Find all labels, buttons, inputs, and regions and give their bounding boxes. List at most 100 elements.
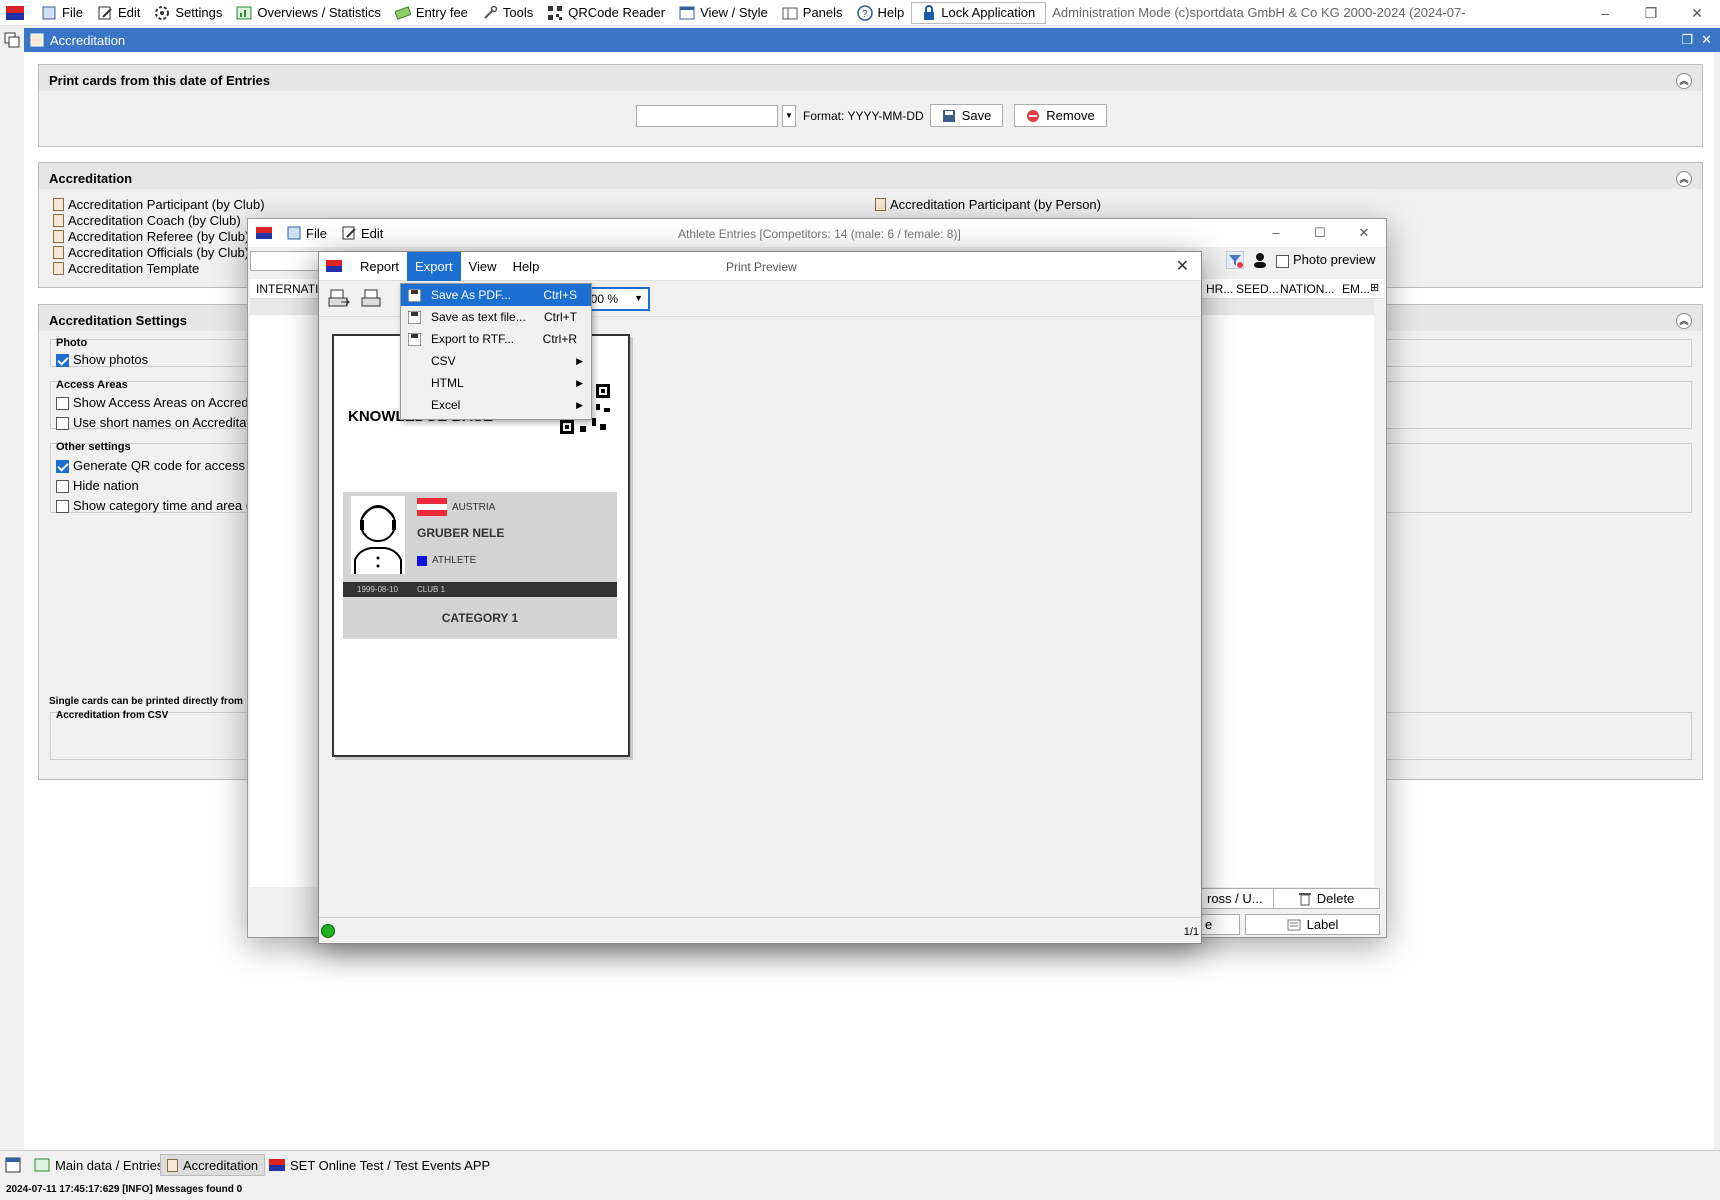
partial-button[interactable]: e	[1200, 914, 1240, 935]
help-icon: ?	[856, 4, 873, 21]
preview-menu-export[interactable]: Export	[407, 251, 461, 281]
close-icon[interactable]: ✕	[1342, 219, 1386, 247]
grid-column-header[interactable]: EM...	[1342, 282, 1370, 296]
close-window-icon[interactable]: ✕	[1701, 32, 1712, 48]
close-icon[interactable]: ✕	[1176, 256, 1189, 276]
menu-file[interactable]: File	[34, 0, 90, 26]
window-list-icon[interactable]	[5, 1157, 21, 1173]
accreditation-header: Accreditation ︽	[39, 163, 1702, 189]
menu-item-label: Export to RTF...	[431, 332, 515, 346]
report-item[interactable]: Accreditation Officials (by Club)	[53, 245, 249, 260]
menu-edit[interactable]: Edit	[90, 0, 147, 26]
report-item[interactable]: Accreditation Template	[53, 261, 199, 276]
preview-menu-report[interactable]: Report	[352, 252, 407, 281]
menu-help[interactable]: ? Help	[850, 0, 912, 26]
lock-application-button[interactable]: Lock Application	[911, 1, 1047, 24]
entries-icon	[34, 1158, 50, 1172]
menu-overviews[interactable]: Overviews / Statistics	[229, 0, 388, 26]
remove-label: Remove	[1046, 108, 1095, 123]
print-icon[interactable]	[359, 288, 383, 310]
restore-icon[interactable]: ❐	[1628, 0, 1674, 26]
checkbox-checked[interactable]	[56, 460, 69, 474]
menu-tools[interactable]: Tools	[475, 0, 540, 26]
checkbox[interactable]	[1276, 254, 1289, 268]
menu-item-save-text[interactable]: Save as text file... Ctrl+T	[401, 306, 591, 328]
show-category-label: Show category time and area (if a	[73, 498, 268, 513]
collapse-icon[interactable]: ︽	[1676, 73, 1692, 89]
preview-menu-view[interactable]: View	[461, 252, 505, 281]
date-dropdown-button[interactable]: ▼	[782, 105, 796, 127]
close-icon[interactable]: ✕	[1674, 0, 1720, 26]
maximize-icon[interactable]: ☐	[1298, 219, 1342, 247]
edit-icon	[98, 6, 112, 19]
report-icon	[53, 246, 64, 259]
hide-nation-option[interactable]: Hide nation	[56, 478, 139, 494]
menu-entry-fee[interactable]: Entry fee	[388, 0, 475, 26]
remove-date-button[interactable]: Remove	[1014, 104, 1107, 127]
athlete-edit-menu[interactable]: Edit	[341, 225, 383, 241]
settings-title: Accreditation Settings	[49, 313, 187, 328]
show-photos-option[interactable]: Show photos	[56, 352, 148, 368]
grid-column-header[interactable]: SEED...	[1236, 282, 1279, 296]
show-category-option[interactable]: Show category time and area (if a	[56, 498, 268, 514]
short-names-option[interactable]: Use short names on Accreditatio	[56, 415, 260, 431]
report-item[interactable]: Accreditation Participant (by Club)	[53, 197, 265, 212]
collapse-icon[interactable]: ︽	[1676, 171, 1692, 187]
report-item[interactable]: Accreditation Participant (by Person)	[875, 197, 1101, 212]
checkbox[interactable]	[56, 500, 69, 514]
tab-label: Accreditation	[183, 1157, 259, 1173]
tab-accreditation[interactable]: Accreditation	[160, 1154, 266, 1176]
minimize-icon[interactable]: –	[1254, 219, 1298, 247]
grid-column-header[interactable]: NATION...	[1280, 282, 1334, 296]
checkbox[interactable]	[56, 480, 69, 494]
menu-file-label: File	[62, 5, 83, 20]
menu-item-save-pdf[interactable]: Save As PDF... Ctrl+S	[401, 284, 591, 306]
filter-icon[interactable]	[1226, 251, 1244, 269]
date-input[interactable]	[636, 105, 778, 127]
checkbox-checked[interactable]	[56, 354, 69, 368]
main-menubar: File Edit Settings Overviews / Statistic…	[0, 0, 1720, 26]
save-icon	[408, 332, 421, 346]
report-item[interactable]: Accreditation Referee (by Club)	[53, 229, 249, 244]
label-button[interactable]: Label	[1245, 914, 1380, 935]
show-access-option[interactable]: Show Access Areas on Accreditat	[56, 395, 266, 411]
report-item-label: Accreditation Officials (by Club)	[68, 245, 250, 260]
menu-item-excel[interactable]: Excel ▶	[401, 394, 591, 416]
checkbox[interactable]	[56, 417, 69, 431]
tab-set-online[interactable]: SET Online Test / Test Events APP	[263, 1154, 496, 1176]
print-setup-icon[interactable]	[327, 288, 351, 310]
collapse-icon[interactable]: ︽	[1676, 313, 1692, 329]
menu-item-export-rtf[interactable]: Export to RTF... Ctrl+R	[401, 328, 591, 350]
tab-main-data[interactable]: Main data / Entries	[28, 1154, 169, 1176]
grid-column-header[interactable]: HR...	[1206, 282, 1233, 296]
restore-window-icon[interactable]: ❐	[1681, 32, 1693, 48]
menu-panels[interactable]: Panels	[775, 0, 850, 26]
photo-preview-option[interactable]: Photo preview	[1276, 252, 1375, 268]
menu-item-html[interactable]: HTML ▶	[401, 372, 591, 394]
menu-item-csv[interactable]: CSV ▶	[401, 350, 591, 372]
menu-view-style-label: View / Style	[700, 5, 768, 20]
panels-icon	[782, 7, 798, 19]
checkbox[interactable]	[56, 397, 69, 411]
minimize-icon[interactable]: –	[1582, 0, 1628, 26]
grid-settings-icon[interactable]: ⊞	[1370, 281, 1379, 294]
athlete-file-menu[interactable]: File	[286, 225, 327, 241]
preview-menu-help[interactable]: Help	[505, 252, 548, 281]
mode-info-text: Administration Mode (c)sportdata GmbH & …	[1052, 5, 1466, 20]
athlete-search-input[interactable]	[250, 251, 320, 271]
report-item-label: Accreditation Participant (by Club)	[68, 197, 265, 212]
menu-settings[interactable]: Settings	[147, 0, 229, 26]
save-icon	[942, 109, 955, 122]
grid-column-header[interactable]: INTERNATIO	[256, 282, 328, 296]
cross-button[interactable]: ross / U...	[1200, 888, 1276, 909]
menu-view-style[interactable]: View / Style	[672, 0, 775, 26]
submenu-arrow-icon: ▶	[576, 399, 583, 410]
menu-qrcode[interactable]: QRCode Reader	[540, 0, 672, 26]
report-item[interactable]: Accreditation Coach (by Club)	[53, 213, 241, 228]
card-name: GRUBER NELE	[417, 526, 505, 540]
delete-button[interactable]: Delete	[1273, 888, 1380, 909]
window-list-icon[interactable]	[4, 32, 20, 48]
qr-code-option[interactable]: Generate QR code for access con	[56, 458, 270, 474]
save-date-button[interactable]: Save	[930, 104, 1003, 127]
wrench-icon	[484, 5, 498, 19]
